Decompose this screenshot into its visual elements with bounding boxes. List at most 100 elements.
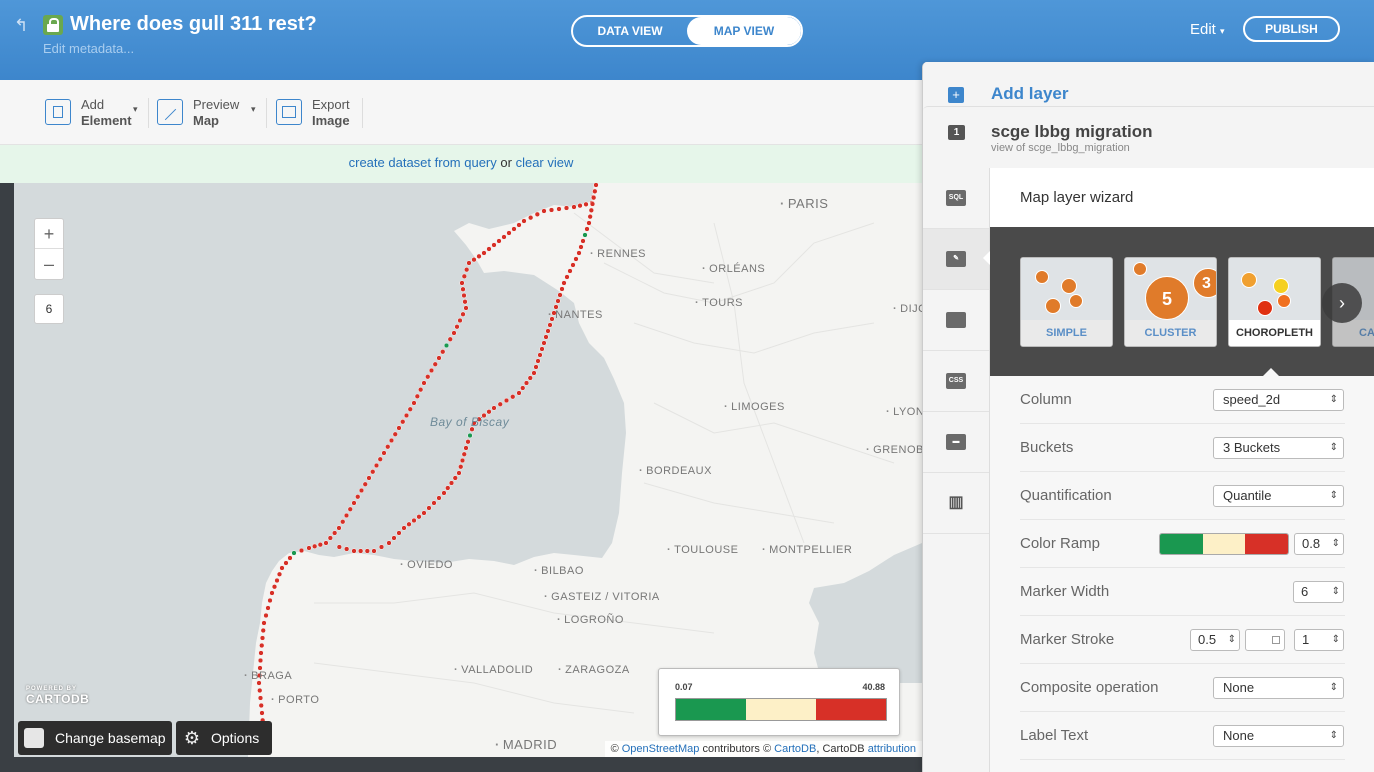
add-layer-button[interactable]: + Add layer xyxy=(923,62,1374,106)
track-point xyxy=(332,530,338,536)
map-canvas[interactable]: Bay of Biscay PARIS RENNES ORLÉANS TOURS… xyxy=(14,183,922,757)
composite-select[interactable]: None xyxy=(1213,677,1344,699)
add-element-line2: Element xyxy=(81,113,132,128)
edit-metadata-link[interactable]: Edit metadata... xyxy=(43,41,134,56)
city-label: BORDEAUX xyxy=(639,465,712,477)
track-point xyxy=(347,506,353,512)
track-point xyxy=(391,535,397,541)
filter-tool[interactable]: ▥ xyxy=(923,473,989,534)
track-point xyxy=(327,535,333,541)
zoom-out-button[interactable]: – xyxy=(35,249,63,279)
track-point xyxy=(287,555,293,561)
column-select[interactable]: speed_2d xyxy=(1213,389,1344,411)
tab-map-view[interactable]: MAP VIEW xyxy=(687,17,801,45)
color-ramp-picker[interactable] xyxy=(1159,533,1289,555)
wizard-type-simple[interactable]: SIMPLE xyxy=(1020,257,1113,347)
carousel-next-button[interactable]: › xyxy=(1322,283,1362,323)
track-point xyxy=(283,560,289,566)
track-point xyxy=(464,267,470,273)
preview-map-line1: Preview xyxy=(193,97,240,112)
create-dataset-link[interactable]: create dataset from query xyxy=(349,155,497,170)
city-label: BRAGA xyxy=(244,670,292,682)
lock-icon[interactable] xyxy=(43,15,63,35)
layer-name[interactable]: scge lbbg migration xyxy=(991,122,1153,142)
buckets-select[interactable]: 3 Buckets xyxy=(1213,437,1344,459)
cluster-big-count: 5 xyxy=(1145,276,1189,320)
track-point xyxy=(584,226,590,232)
city-label: GASTEIZ / VITORIA xyxy=(544,591,660,603)
track-point xyxy=(583,201,589,207)
track-point xyxy=(386,540,392,546)
map-frame-edge xyxy=(0,183,14,772)
track-point xyxy=(403,412,410,419)
column-label: Column xyxy=(1020,391,1072,408)
attribution-mid: contributors © xyxy=(699,743,775,755)
wizard-type-label: CATE xyxy=(1333,320,1374,346)
add-element-button[interactable]: Add Element ▾ xyxy=(45,97,143,129)
export-image-button[interactable]: Export Image xyxy=(276,97,356,129)
composite-label: Composite operation xyxy=(1020,679,1159,696)
track-point xyxy=(510,394,516,400)
choropleth-legend: 0.07 40.88 xyxy=(658,668,900,736)
quantification-select[interactable]: Quantile xyxy=(1213,485,1344,507)
zoom-in-button[interactable]: + xyxy=(35,219,63,249)
track-point xyxy=(497,401,503,407)
marker-stroke-label: Marker Stroke xyxy=(1020,631,1115,648)
wizard-icon: ✎ xyxy=(946,251,966,267)
legend-tool[interactable]: ▬ xyxy=(923,412,989,473)
track-point xyxy=(431,500,437,506)
edit-menu[interactable]: Edit ▾ xyxy=(1190,21,1225,38)
stroke-opacity-stepper[interactable]: 1 xyxy=(1294,629,1344,651)
track-point xyxy=(448,480,455,486)
track-point xyxy=(445,485,451,491)
track-point xyxy=(527,375,533,381)
wizard-tool[interactable]: ✎ xyxy=(923,229,990,290)
track-point xyxy=(358,548,364,554)
ramp-opacity-stepper[interactable]: 0.8 xyxy=(1294,533,1344,555)
track-point xyxy=(425,374,431,380)
city-label: BILBAO xyxy=(534,565,584,577)
map-options-button[interactable]: ⚙ Options xyxy=(176,721,272,755)
map-layer-wizard: Map layer wizard SIMPLE 5 3 CLUSTER CHOR… xyxy=(990,168,1374,772)
stroke-color-picker[interactable] xyxy=(1245,629,1285,651)
attribution-link[interactable]: attribution xyxy=(868,743,916,755)
track-point xyxy=(370,469,376,475)
marker-width-stepper[interactable]: 6 xyxy=(1293,581,1344,603)
track-point xyxy=(543,334,549,340)
track-point xyxy=(465,439,471,445)
wizard-type-cluster[interactable]: 5 3 CLUSTER xyxy=(1124,257,1217,347)
track-point xyxy=(578,244,584,250)
track-point xyxy=(506,230,512,236)
change-basemap-button[interactable]: Change basemap xyxy=(18,721,172,755)
css-tool[interactable]: CSS xyxy=(923,351,989,412)
preview-map-button[interactable]: Preview Map ▾ xyxy=(157,97,261,129)
track-point xyxy=(362,481,368,487)
track-point xyxy=(567,268,573,274)
city-label: ZARAGOZA xyxy=(558,664,630,676)
legend-min-value: 0.07 xyxy=(675,682,693,692)
publish-button[interactable]: PUBLISH xyxy=(1243,16,1340,42)
clear-view-link[interactable]: clear view xyxy=(516,155,574,170)
wizard-type-choropleth[interactable]: CHOROPLETH xyxy=(1228,257,1321,347)
cartodb-link[interactable]: CartoDB xyxy=(774,743,816,755)
tab-data-view[interactable]: DATA VIEW xyxy=(573,17,687,45)
track-point xyxy=(436,495,442,501)
layer-header[interactable]: 1 scge lbbg migration view of scge_lbbg_… xyxy=(923,106,1374,168)
track-point xyxy=(426,505,432,511)
label-text-select[interactable]: None xyxy=(1213,725,1344,747)
track-point xyxy=(459,457,466,464)
sql-tool[interactable]: SQL xyxy=(923,168,989,229)
infowindow-tool[interactable] xyxy=(923,290,989,351)
track-point xyxy=(593,183,599,188)
basemap-icon xyxy=(24,728,44,748)
osm-link[interactable]: OpenStreetMap xyxy=(622,743,700,755)
city-label: NANTES xyxy=(548,309,603,321)
page-title[interactable]: Where does gull 311 rest? xyxy=(70,13,317,36)
track-point xyxy=(381,450,387,456)
stroke-width-stepper[interactable]: 0.5 xyxy=(1190,629,1240,651)
track-point xyxy=(511,226,517,232)
track-point xyxy=(271,584,278,590)
track-point xyxy=(443,342,450,349)
back-arrow-icon[interactable]: ↰ xyxy=(14,16,34,36)
track-point xyxy=(582,232,588,238)
